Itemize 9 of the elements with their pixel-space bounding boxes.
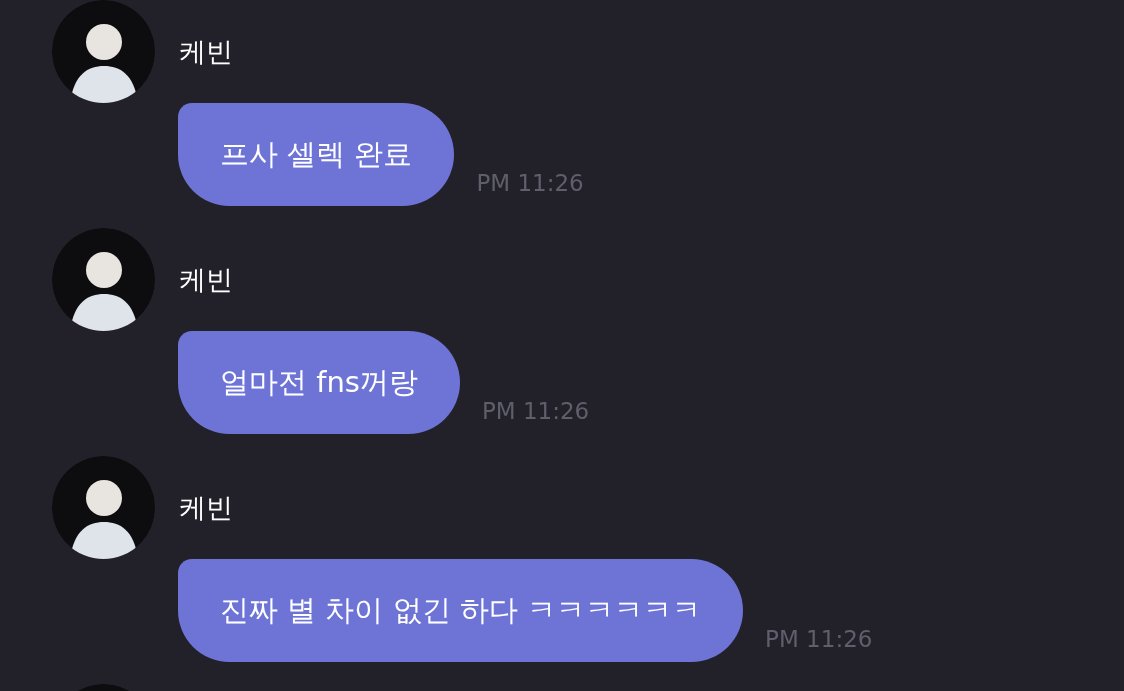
sender-name: 케빈	[179, 494, 233, 521]
message-time: PM 11:26	[765, 624, 873, 654]
message-bubble: 얼마전 fns꺼랑	[178, 331, 460, 434]
message-bubble: 진짜 별 차이 없긴 하다 ㅋㅋㅋㅋㅋㅋ	[178, 559, 744, 662]
message-bubble: 프사 셀렉 완료	[178, 103, 455, 206]
sender-name: 케빈	[179, 38, 233, 65]
sender-name: 케빈	[179, 266, 233, 293]
message-time: PM 11:26	[481, 396, 590, 426]
message-time: PM 11:26	[476, 168, 584, 198]
